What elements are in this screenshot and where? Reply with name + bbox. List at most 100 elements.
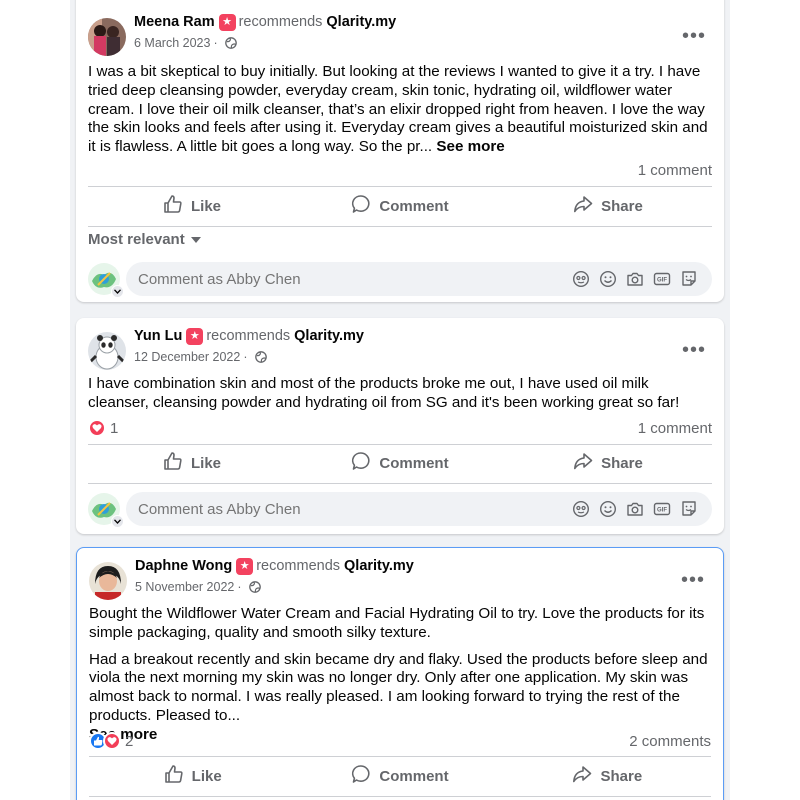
thumbs-up-icon xyxy=(163,451,183,475)
speech-bubble-icon xyxy=(351,194,371,218)
recommend-star-icon: ★ xyxy=(218,14,236,31)
more-options-button[interactable]: ••• xyxy=(682,26,706,46)
share-arrow-icon xyxy=(572,764,592,788)
globe-icon xyxy=(254,351,267,364)
reactions-summary[interactable]: 2 xyxy=(89,732,133,750)
like-button[interactable]: Like xyxy=(89,764,296,788)
reaction-count: 2 xyxy=(125,732,134,750)
author-name[interactable]: Meena Ram xyxy=(134,15,215,30)
divider xyxy=(88,186,712,187)
post-text: Bought the Wildflower Water Cream and Fa… xyxy=(89,605,705,641)
author-name[interactable]: Daphne Wong xyxy=(135,559,232,574)
svg-text:GIF: GIF xyxy=(657,278,667,284)
heart-reaction-icon xyxy=(103,732,121,750)
avatar-sticker-icon[interactable] xyxy=(572,500,590,518)
share-button[interactable]: Share xyxy=(504,194,712,218)
post-body: Bought the Wildflower Water Cream and Fa… xyxy=(89,605,711,745)
post-stats: 1 comment xyxy=(88,160,712,180)
avatar[interactable] xyxy=(88,332,126,370)
share-button[interactable]: Share xyxy=(504,451,712,475)
chevron-down-icon xyxy=(111,515,124,528)
divider xyxy=(89,796,711,797)
gif-icon[interactable]: GIF xyxy=(653,270,671,288)
post-text: I was a bit skeptical to buy initially. … xyxy=(88,63,708,156)
share-arrow-icon xyxy=(573,451,593,475)
comment-composer: GIF xyxy=(88,261,712,298)
chevron-down-icon xyxy=(111,285,124,298)
date-separator: · xyxy=(213,36,218,50)
camera-icon[interactable] xyxy=(626,270,644,288)
sticker-icon[interactable] xyxy=(680,270,698,288)
recommends-label: recommends xyxy=(256,558,341,575)
post-header: Daphne Wong ★ recommends Qlarity.my 5 No… xyxy=(89,558,414,600)
share-label: Share xyxy=(600,767,643,785)
emoji-icon[interactable] xyxy=(599,500,617,518)
comment-composer: GIF xyxy=(88,491,712,528)
page-link[interactable]: Qlarity.my xyxy=(294,329,364,344)
camera-icon[interactable] xyxy=(626,500,644,518)
share-label: Share xyxy=(601,454,643,472)
page-link[interactable]: Qlarity.my xyxy=(326,15,396,30)
sort-label: Most relevant xyxy=(88,231,185,248)
comment-button[interactable]: Comment xyxy=(296,451,504,475)
action-bar: Like Comment Share xyxy=(88,188,712,224)
avatar-sticker-icon[interactable] xyxy=(88,263,124,298)
like-label: Like xyxy=(191,767,222,785)
more-options-button[interactable]: ••• xyxy=(681,570,705,590)
post-card-yun-lu: Yun Lu ★ recommends Qlarity.my 12 Decemb… xyxy=(76,318,724,534)
post-card-daphne-wong: Daphne Wong ★ recommends Qlarity.my 5 No… xyxy=(76,547,724,800)
post-text: I have combination skin and most of the … xyxy=(88,375,680,411)
avatar[interactable] xyxy=(89,562,127,600)
post-date[interactable]: 5 November 2022 xyxy=(135,581,234,594)
comments-count[interactable]: 1 comment xyxy=(638,420,712,437)
see-more-link[interactable]: See more xyxy=(436,138,504,155)
share-label: Share xyxy=(601,197,643,215)
share-button[interactable]: Share xyxy=(504,764,711,788)
divider xyxy=(88,226,712,227)
composer-tools: GIF xyxy=(572,500,698,518)
post-stats: 1 1 comment xyxy=(88,418,712,438)
comments-count[interactable]: 1 comment xyxy=(638,162,712,179)
caret-down-icon xyxy=(190,236,201,243)
post-text: Had a breakout recently and skin became … xyxy=(89,650,708,724)
gif-icon[interactable]: GIF xyxy=(653,500,671,518)
reactions-summary[interactable]: 1 xyxy=(88,419,118,437)
emoji-icon[interactable] xyxy=(599,270,617,288)
sticker-icon[interactable] xyxy=(680,500,698,518)
recommends-label: recommends xyxy=(238,14,323,31)
post-date[interactable]: 12 December 2022 xyxy=(134,351,240,364)
globe-icon xyxy=(224,37,237,50)
like-label: Like xyxy=(190,454,221,472)
avatar[interactable] xyxy=(88,18,126,56)
date-separator: · xyxy=(237,580,242,594)
comments-count[interactable]: 2 comments xyxy=(629,733,711,750)
more-options-button[interactable]: ••• xyxy=(682,340,706,360)
share-arrow-icon xyxy=(573,194,593,218)
post-date[interactable]: 6 March 2023 xyxy=(134,37,210,50)
like-button[interactable]: Like xyxy=(88,194,296,218)
page-link[interactable]: Qlarity.my xyxy=(344,559,414,574)
comment-button[interactable]: Comment xyxy=(296,764,503,788)
avatar-sticker-icon[interactable] xyxy=(572,270,590,288)
comment-button[interactable]: Comment xyxy=(296,194,504,218)
post-body: I was a bit skeptical to buy initially. … xyxy=(88,63,712,157)
globe-icon xyxy=(248,581,261,594)
action-bar: Like Comment Share xyxy=(88,445,712,481)
avatar-sticker-icon[interactable] xyxy=(88,493,124,528)
svg-text:GIF: GIF xyxy=(657,508,667,514)
comment-label: Comment xyxy=(379,767,449,785)
post-header: Meena Ram ★ recommends Qlarity.my 6 Marc… xyxy=(88,14,396,56)
comment-label: Comment xyxy=(379,197,449,215)
reaction-count: 1 xyxy=(110,419,119,437)
heart-reaction-icon xyxy=(88,419,106,437)
speech-bubble-icon xyxy=(351,451,371,475)
post-stats: 2 2 comments xyxy=(89,731,711,751)
post-card-meena-ram: Meena Ram ★ recommends Qlarity.my 6 Marc… xyxy=(76,0,724,302)
comment-sort-dropdown[interactable]: Most relevant xyxy=(88,231,201,248)
recommend-star-icon: ★ xyxy=(236,558,254,575)
post-body: I have combination skin and most of the … xyxy=(88,375,712,413)
divider xyxy=(88,483,712,484)
like-button[interactable]: Like xyxy=(88,451,296,475)
author-name[interactable]: Yun Lu xyxy=(134,329,182,344)
speech-bubble-icon xyxy=(351,764,371,788)
